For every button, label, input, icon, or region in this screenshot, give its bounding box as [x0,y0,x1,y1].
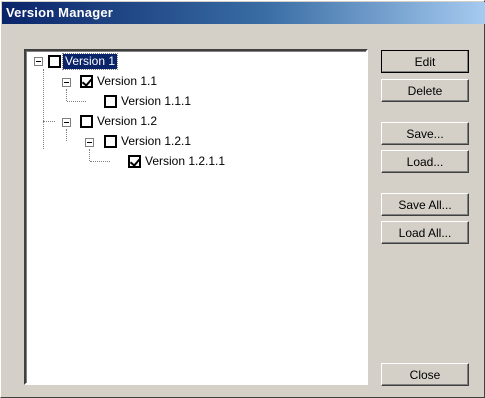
node-checkbox[interactable] [104,95,117,108]
version-manager-window: Version Manager Version 1 Version 1.1 Ve… [0,0,485,398]
tree-connector-line [89,149,90,161]
tree-connector-line [43,121,55,122]
save-button[interactable]: Save... [381,122,469,145]
node-checkbox[interactable] [80,115,93,128]
window-title: Version Manager [6,5,114,20]
title-bar[interactable]: Version Manager [2,2,485,24]
tree-node-version-1-2[interactable]: Version 1.2 [95,114,159,129]
tree-connector-line [90,161,110,162]
collapse-expander-icon[interactable] [85,138,94,147]
save-all-button[interactable]: Save All... [381,193,469,216]
load-all-button[interactable]: Load All... [381,221,469,244]
node-checkbox-checked[interactable] [80,75,93,88]
collapse-expander-icon[interactable] [62,118,71,127]
version-tree[interactable]: Version 1 Version 1.1 Version 1.1.1 Vers… [24,49,368,385]
node-checkbox-checked[interactable] [128,155,141,168]
delete-button[interactable]: Delete [381,79,469,102]
close-button[interactable]: Close [381,363,469,386]
tree-node-version-1-2-1-1[interactable]: Version 1.2.1.1 [143,154,227,169]
tree-node-version-1-1-1[interactable]: Version 1.1.1 [119,94,193,109]
tree-connector-line [43,69,44,149]
node-checkbox[interactable] [104,135,117,148]
node-checkbox[interactable] [48,55,61,68]
tree-node-version-1-1[interactable]: Version 1.1 [95,74,159,89]
collapse-expander-icon[interactable] [62,78,71,87]
tree-connector-line [67,101,86,102]
load-button[interactable]: Load... [381,150,469,173]
edit-button[interactable]: Edit [381,50,469,73]
tree-node-version-1-2-1[interactable]: Version 1.2.1 [119,134,193,149]
tree-connector-line [66,89,67,101]
tree-connector-line [66,129,67,141]
tree-node-version-1[interactable]: Version 1 [61,53,119,70]
collapse-expander-icon[interactable] [34,57,43,66]
